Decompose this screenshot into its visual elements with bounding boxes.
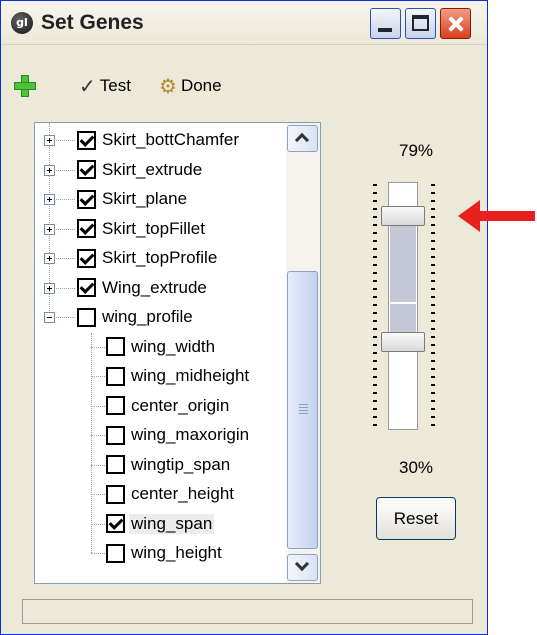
slider-ticks-right (431, 184, 435, 428)
tree-item[interactable]: center_origin (106, 392, 231, 420)
title-bar[interactable]: gl Set Genes (1, 1, 487, 45)
tree-item-checkbox[interactable] (77, 219, 96, 238)
tree-connector-line (91, 376, 105, 377)
tree-item-checkbox[interactable] (77, 160, 96, 179)
tree-item-label: wing_midheight (131, 366, 250, 385)
tree-item-checkbox[interactable] (77, 189, 96, 209)
tree-item[interactable]: wing_midheight (106, 362, 251, 390)
reset-button[interactable]: Reset (376, 497, 456, 540)
lower-slider-thumb[interactable] (381, 332, 425, 352)
gene-tree-view[interactable]: Skirt_bottChamfer Skirt_extrude Skirt_plan… (34, 122, 321, 584)
tree-item[interactable]: Skirt_plane (77, 185, 189, 213)
tree-connector-line (91, 332, 92, 553)
tree-item-checkbox[interactable] (77, 307, 96, 327)
close-button[interactable] (440, 8, 471, 39)
grip-line (299, 404, 308, 405)
expand-icon[interactable] (44, 194, 55, 205)
tree-item[interactable]: wing_width (106, 333, 217, 361)
tree-item-label: wing_maxorigin (131, 425, 250, 444)
tree-item-label: Wing_extrude (102, 277, 207, 297)
scroll-up-button[interactable] (287, 125, 318, 152)
slider-ticks-left (373, 184, 377, 428)
grip-line (299, 407, 308, 408)
tree-item[interactable]: wing_span (106, 510, 215, 538)
tree-item[interactable]: wing_height (106, 539, 224, 567)
tree-item-checkbox[interactable] (106, 543, 125, 563)
tree-connector-line (91, 553, 105, 554)
tree-content: Skirt_bottChamfer Skirt_extrude Skirt_plan… (35, 123, 286, 583)
tree-item[interactable]: wing_profile (77, 303, 195, 331)
lower-percent-label: 30% (398, 458, 434, 477)
tree-item[interactable]: center_height (106, 480, 236, 508)
tree-item[interactable]: Skirt_bottChamfer (77, 126, 241, 154)
app-icon: gl (11, 12, 33, 34)
grip-line (299, 410, 308, 411)
tree-item-checkbox[interactable] (77, 278, 96, 297)
tree-item-checkbox[interactable] (77, 248, 96, 268)
tree-item[interactable]: Skirt_extrude (77, 156, 204, 184)
add-button[interactable] (13, 71, 37, 101)
tree-connector-line (91, 523, 105, 525)
tree-connector-line (91, 405, 105, 407)
tree-connector-line (91, 494, 105, 495)
minimize-button[interactable] (370, 8, 401, 39)
tree-item-checkbox[interactable] (106, 455, 125, 474)
checkmark-icon: ✓ (79, 75, 96, 98)
tree-item-label: wing_profile (102, 307, 193, 326)
tree-item-checkbox[interactable] (77, 130, 96, 150)
tree-item-label: center_height (131, 484, 235, 503)
expand-icon[interactable] (44, 282, 55, 294)
done-button[interactable]: ⚙ Done (159, 71, 222, 101)
tree-item[interactable]: Skirt_topProfile (77, 244, 219, 272)
test-label: Test (99, 76, 131, 95)
expand-icon[interactable] (44, 135, 55, 146)
tree-item-checkbox[interactable] (106, 396, 125, 415)
scroll-down-button[interactable] (287, 554, 318, 581)
set-genes-window: gl Set Genes ✓ Test ⚙ Done Skirt_bottCha… (0, 0, 488, 635)
tree-item-checkbox[interactable] (106, 337, 125, 356)
tree-item-checkbox[interactable] (106, 484, 125, 504)
tree-item-label: Skirt_bottChamfer (102, 130, 239, 149)
tree-item-label: wing_width (131, 336, 216, 356)
expand-icon[interactable] (44, 253, 55, 264)
tree-item-label: wing_height (131, 543, 222, 562)
tree-item[interactable]: Wing_extrude (77, 274, 209, 302)
range-slider-selection (390, 213, 416, 343)
toolbar: ✓ Test ⚙ Done (1, 71, 487, 101)
red-arrow-annotation (458, 200, 535, 232)
tree-item-label: Skirt_topFillet (102, 218, 205, 238)
tree-item[interactable]: wingtip_span (106, 451, 232, 479)
range-slider-divider (390, 302, 416, 304)
tree-item-label: center_origin (131, 395, 230, 415)
test-button[interactable]: ✓ Test (79, 71, 131, 101)
scroll-thumb[interactable] (287, 271, 318, 549)
window-title: Set Genes (41, 11, 144, 34)
plus-icon (13, 74, 37, 98)
upper-percent-label: 79% (398, 141, 434, 160)
tree-connector-line (91, 346, 105, 348)
maximize-button[interactable] (405, 8, 436, 39)
tree-connector-line (91, 464, 105, 466)
expand-icon[interactable] (44, 223, 55, 235)
tree-connector-line (91, 435, 105, 436)
tree-item-label: Skirt_topProfile (102, 248, 218, 267)
tree-item-label: wingtip_span (131, 454, 231, 474)
grip-line (299, 413, 308, 414)
expand-icon[interactable] (44, 164, 55, 176)
tree-item-label: Skirt_extrude (102, 159, 203, 179)
tree-scrollbar[interactable] (286, 123, 320, 583)
gears-icon: ⚙ (159, 75, 177, 98)
tree-item-checkbox[interactable] (106, 514, 125, 533)
collapse-icon[interactable] (44, 312, 55, 323)
tree-item-checkbox[interactable] (106, 366, 125, 386)
upper-slider-thumb[interactable] (381, 206, 425, 226)
tree-item[interactable]: wing_maxorigin (106, 421, 251, 449)
done-label: Done (180, 76, 222, 95)
tree-item-checkbox[interactable] (106, 425, 125, 445)
tree-item-label: Skirt_plane (102, 189, 188, 208)
tree-item-label: wing_span (129, 513, 215, 534)
tree-item[interactable]: Skirt_topFillet (77, 215, 207, 243)
status-bar (22, 599, 473, 624)
